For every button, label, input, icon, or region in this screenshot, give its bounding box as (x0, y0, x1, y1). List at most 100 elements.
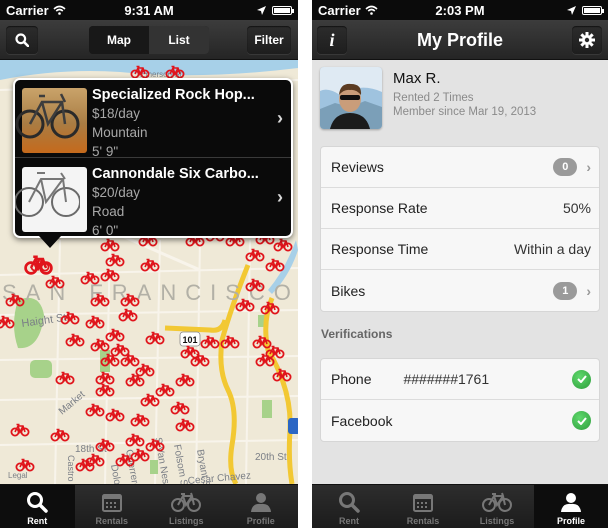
tab-rent[interactable]: Rent (0, 485, 75, 528)
tab-label: Profile (246, 516, 275, 526)
search-icon (15, 33, 29, 47)
person-icon (561, 493, 581, 512)
tab-label: Rentals (95, 516, 128, 526)
bike-thumbnail (15, 88, 87, 153)
person-icon (250, 493, 271, 512)
filter-button[interactable]: Filter (247, 26, 291, 54)
facebook-verification-row: Facebook (321, 400, 599, 441)
bike-callout: Specialized Rock Hop... $18/day Mountain… (13, 78, 293, 248)
bike-marker[interactable] (155, 383, 175, 397)
bike-marker[interactable] (55, 371, 75, 385)
tab-rent[interactable]: Rent (312, 485, 386, 528)
bike-marker[interactable] (85, 315, 105, 329)
info-button[interactable]: i (317, 26, 347, 54)
bike-marker[interactable] (135, 363, 155, 377)
tab-bar: Rent Rentals Listings Profile (0, 484, 298, 528)
bike-price: $18/day (92, 106, 141, 121)
interstate-280-shield (288, 418, 298, 434)
row-label: Response Rate (331, 200, 428, 216)
info-icon: i (329, 29, 335, 50)
tab-listings[interactable]: Listings (149, 485, 224, 528)
response-rate-row: Response Rate 50% (321, 188, 599, 229)
bike-marker[interactable] (95, 383, 115, 397)
callout-text: Specialized Rock Hop... $18/day Mountain… (92, 86, 285, 161)
bikes-row[interactable]: Bikes 1 › (321, 270, 599, 311)
segment-list[interactable]: List (149, 26, 209, 54)
bike-marker[interactable] (0, 315, 15, 329)
bike-title: Specialized Rock Hop... (92, 87, 255, 103)
bike-marker[interactable] (105, 408, 125, 422)
bike-type: Road (92, 204, 125, 219)
carrier-group: Carrier (6, 3, 66, 18)
bike-marker[interactable] (95, 371, 115, 385)
row-label: Bikes (331, 282, 366, 299)
response-rate-value: 50% (562, 200, 591, 216)
bike-marker[interactable] (200, 335, 220, 349)
bike-marker[interactable] (180, 345, 200, 359)
bike-marker[interactable] (65, 333, 85, 347)
bike-marker[interactable] (110, 343, 130, 357)
row-label: Response Time (331, 241, 429, 257)
battery-icon (272, 5, 294, 15)
bike-marker[interactable] (273, 238, 293, 252)
my-profile-screen: Carrier 2:03 PM i My Profile Max R. Rent… (312, 0, 608, 528)
bike-marker[interactable] (175, 418, 195, 432)
row-label: Facebook (331, 412, 393, 429)
highway-101-shield: 101 (179, 331, 201, 347)
location-arrow-icon (257, 5, 266, 15)
bike-marker[interactable] (118, 308, 138, 322)
bike-marker[interactable] (10, 423, 30, 437)
tab-profile[interactable]: Profile (224, 485, 299, 528)
legal-link[interactable]: Legal (8, 471, 28, 480)
callout-text: Cannondale Six Carbo... $20/day Road 6' … (92, 165, 285, 240)
tab-rentals[interactable]: Rentals (75, 485, 150, 528)
callout-item[interactable]: Cannondale Six Carbo... $20/day Road 6' … (15, 159, 291, 240)
status-bar: Carrier 9:31 AM (0, 0, 298, 20)
bike-thumbnail (15, 167, 87, 232)
bike-marker[interactable] (140, 258, 160, 272)
page-title: My Profile (416, 29, 504, 50)
bike-marker[interactable] (50, 428, 70, 442)
verified-check-icon (572, 411, 591, 430)
map-view[interactable]: 101 Emerson St SAN FRANCISCO Haight St M… (0, 60, 298, 484)
status-bar: Carrier 2:03 PM (312, 0, 608, 20)
verified-check-icon (572, 369, 591, 389)
bike-marker[interactable] (170, 401, 190, 415)
stats-card: Reviews 0 › Response Rate 50% Response T… (320, 146, 600, 312)
avatar[interactable] (320, 67, 382, 129)
label-castro: Castro St (66, 455, 76, 484)
bike-marker[interactable] (125, 433, 145, 447)
bike-marker[interactable] (175, 373, 195, 387)
search-button[interactable] (6, 26, 38, 54)
settings-button[interactable] (572, 26, 602, 54)
bike-marker[interactable] (190, 353, 210, 367)
bicycle-icon (482, 492, 512, 512)
avatar-photo (320, 67, 382, 129)
label-20th: 20th St (255, 452, 287, 463)
verifications-card: Phone #######1761 Facebook (320, 358, 600, 442)
gear-icon (579, 32, 595, 48)
chevron-right-icon: › (586, 159, 591, 175)
callout-item[interactable]: Specialized Rock Hop... $18/day Mountain… (15, 80, 291, 161)
label-dolores: Dolores St (108, 464, 127, 484)
bike-marker[interactable] (15, 458, 35, 472)
bike-marker[interactable] (90, 338, 110, 352)
tab-label: Listings (168, 516, 204, 526)
tab-rentals[interactable]: Rentals (386, 485, 460, 528)
nav-bar: i My Profile (312, 20, 608, 60)
tab-label: Rent (27, 516, 48, 526)
tab-profile[interactable]: Profile (534, 485, 608, 528)
response-time-row: Response Time Within a day (321, 229, 599, 270)
location-arrow-icon (567, 5, 576, 15)
bike-marker[interactable] (130, 413, 150, 427)
carrier-group: Carrier (318, 3, 378, 18)
bicycle-icon (171, 492, 202, 512)
chevron-right-icon: › (586, 282, 591, 299)
response-time-value: Within a day (513, 241, 591, 257)
tab-listings[interactable]: Listings (460, 485, 534, 528)
tab-label: Profile (556, 516, 585, 526)
bike-marker[interactable] (145, 331, 165, 345)
reviews-row[interactable]: Reviews 0 › (321, 147, 599, 188)
segment-map[interactable]: Map (89, 26, 149, 54)
bike-marker[interactable] (85, 403, 105, 417)
